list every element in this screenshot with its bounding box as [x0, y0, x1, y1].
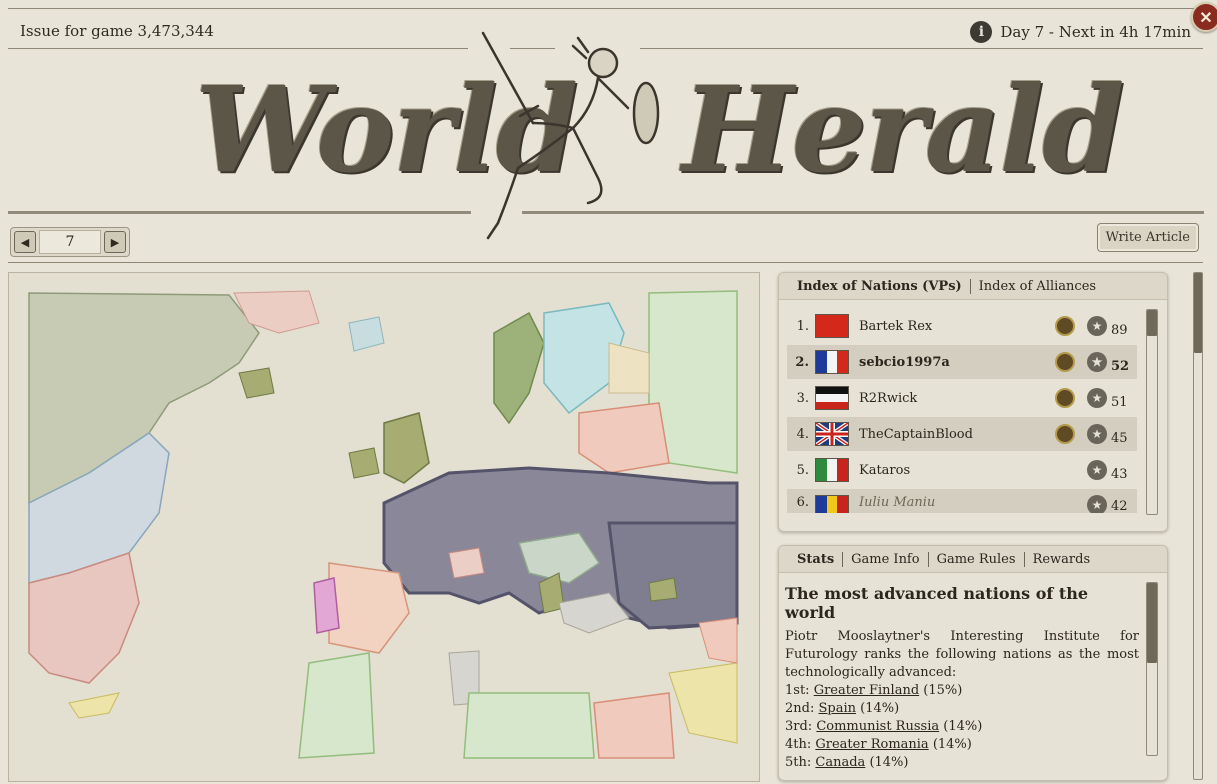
masthead-rule-right: [522, 211, 1204, 214]
section-rule: [8, 262, 1203, 263]
europe-map[interactable]: [9, 273, 759, 781]
nation-player[interactable]: sebcio1997a: [859, 355, 1055, 370]
nation-player[interactable]: Kataros: [859, 463, 1055, 478]
star-icon: ★: [1087, 316, 1107, 336]
flag-uk-icon: [815, 422, 849, 446]
newspaper-page: Issue for game 3,473,344 i Day 7 - Next …: [0, 0, 1217, 784]
medal-icon: [1055, 424, 1075, 444]
tab-index-alliances[interactable]: Index of Alliances: [969, 278, 1104, 294]
tech-rank-place: 3rd:: [785, 719, 813, 734]
star-icon: ★: [1087, 460, 1107, 480]
tab-game-info[interactable]: Game Info: [842, 551, 927, 567]
nation-player[interactable]: Bartek Rex: [859, 319, 1055, 334]
tech-rank-item: 2nd: Spain (14%): [785, 700, 1139, 718]
tech-rank-nation-link[interactable]: Spain: [819, 701, 857, 716]
next-issue-button[interactable]: ▶: [104, 231, 126, 253]
tech-rank-pct: (14%): [860, 701, 900, 716]
flag-france-icon: [815, 350, 849, 374]
nation-rank: 2.: [795, 354, 809, 370]
tech-rank-item: 3rd: Communist Russia (14%): [785, 718, 1139, 736]
star-icon: ★: [1087, 388, 1107, 408]
nation-row[interactable]: 1. Bartek Rex ★ 89: [787, 309, 1137, 343]
page-scroll-thumb[interactable]: [1194, 273, 1202, 353]
masthead: World Herald: [0, 31, 1217, 240]
nation-vp: 51: [1111, 394, 1128, 410]
index-tabs: Index of Nations (VPs) Index of Alliance…: [779, 273, 1167, 300]
star-icon: ★: [1087, 352, 1107, 372]
nation-rank: 4.: [796, 426, 809, 442]
star-icon: ★: [1087, 495, 1107, 513]
nation-vp: 42: [1111, 499, 1128, 513]
tech-rank-place: 5th:: [785, 755, 812, 770]
flag-germany-icon: [815, 386, 849, 410]
tech-rank-pct: (14%): [943, 719, 983, 734]
medal-icon: [1055, 352, 1075, 372]
tech-rank-nation-link[interactable]: Canada: [815, 755, 865, 770]
nation-player[interactable]: Iuliu Maniu: [859, 495, 1055, 510]
medal-icon: [1055, 316, 1075, 336]
nation-row[interactable]: 4. TheCaptainBlood ★ 45: [787, 417, 1137, 451]
index-scrollbar[interactable]: [1146, 309, 1158, 515]
medal-icon: [1055, 388, 1075, 408]
tech-rank-item: 1st: Greater Finland (15%): [785, 682, 1139, 700]
issue-number: Issue for game 3,473,344: [20, 22, 214, 40]
day-countdown: Day 7 - Next in 4h 17min: [1000, 23, 1191, 41]
nation-rank: 3.: [796, 390, 809, 406]
tab-game-rules[interactable]: Game Rules: [927, 551, 1024, 567]
tech-rank-pct: (14%): [869, 755, 909, 770]
nation-rank: 1.: [796, 318, 809, 334]
issue-pager: ◀ 7 ▶: [10, 227, 130, 257]
nation-rank: 5.: [796, 462, 809, 478]
nation-rank: 6.: [796, 495, 809, 510]
close-icon: ✕: [1199, 7, 1213, 27]
stats-intro: Piotr Mooslaytner's Interesting Institut…: [785, 629, 1139, 680]
close-button[interactable]: ✕: [1191, 2, 1217, 32]
nation-vp: 52: [1111, 358, 1130, 374]
nation-row[interactable]: 5. Kataros ★ 43: [787, 453, 1137, 487]
nation-vp: 89: [1111, 322, 1128, 338]
tech-rank-pct: (15%): [923, 683, 963, 698]
tech-rank-nation-link[interactable]: Communist Russia: [816, 719, 939, 734]
tab-stats[interactable]: Stats: [789, 552, 842, 567]
caret-left-icon: ◀: [20, 235, 30, 249]
page-scrollbar[interactable]: [1193, 272, 1203, 780]
flag-italy-icon: [815, 458, 849, 482]
stats-panel: Stats Game Info Game Rules Rewards The m…: [778, 545, 1168, 781]
nation-row[interactable]: 2. sebcio1997a ★ 52: [787, 345, 1137, 379]
caret-right-icon: ▶: [110, 235, 120, 249]
top-rule: [8, 8, 1203, 9]
tech-rank-nation-link[interactable]: Greater Romania: [815, 737, 928, 752]
stats-scrollbar[interactable]: [1146, 582, 1158, 756]
flag-romania-icon: [815, 495, 849, 513]
world-map[interactable]: [8, 272, 760, 782]
star-icon: ★: [1087, 424, 1107, 444]
nation-vp: 43: [1111, 466, 1128, 482]
nation-player[interactable]: TheCaptainBlood: [859, 427, 1055, 442]
nation-row[interactable]: 6. Iuliu Maniu ★ 42: [787, 489, 1137, 513]
masthead-rule-left: [8, 211, 471, 214]
write-article-button[interactable]: Write Article: [1096, 223, 1199, 252]
issue-page-input[interactable]: 7: [39, 230, 101, 254]
stats-headline: The most advanced nations of the world: [785, 584, 1089, 622]
stats-scroll-thumb[interactable]: [1147, 583, 1157, 663]
index-scroll-thumb[interactable]: [1147, 310, 1157, 336]
tab-rewards[interactable]: Rewards: [1023, 551, 1099, 567]
prev-issue-button[interactable]: ◀: [14, 231, 36, 253]
nation-player[interactable]: R2Rwick: [859, 391, 1055, 406]
tech-rank-item: 4th: Greater Romania (14%): [785, 736, 1139, 754]
tech-rank-place: 1st:: [785, 683, 810, 698]
index-panel: Index of Nations (VPs) Index of Alliance…: [778, 272, 1168, 532]
nation-row[interactable]: 3. R2Rwick ★ 51: [787, 381, 1137, 415]
stats-tabs: Stats Game Info Game Rules Rewards: [779, 546, 1167, 573]
nation-vp: 45: [1111, 430, 1128, 446]
flag-china-icon: [815, 314, 849, 338]
tech-rank-item: 5th: Canada (14%): [785, 754, 1139, 772]
masthead-title-right: Herald: [682, 60, 1125, 199]
tech-rank-nation-link[interactable]: Greater Finland: [814, 683, 919, 698]
tech-rank-pct: (14%): [932, 737, 972, 752]
stats-content: The most advanced nations of the world P…: [785, 574, 1139, 772]
tech-rank-place: 2nd:: [785, 701, 815, 716]
tab-index-nations[interactable]: Index of Nations (VPs): [789, 279, 970, 294]
tech-rank-place: 4th:: [785, 737, 812, 752]
